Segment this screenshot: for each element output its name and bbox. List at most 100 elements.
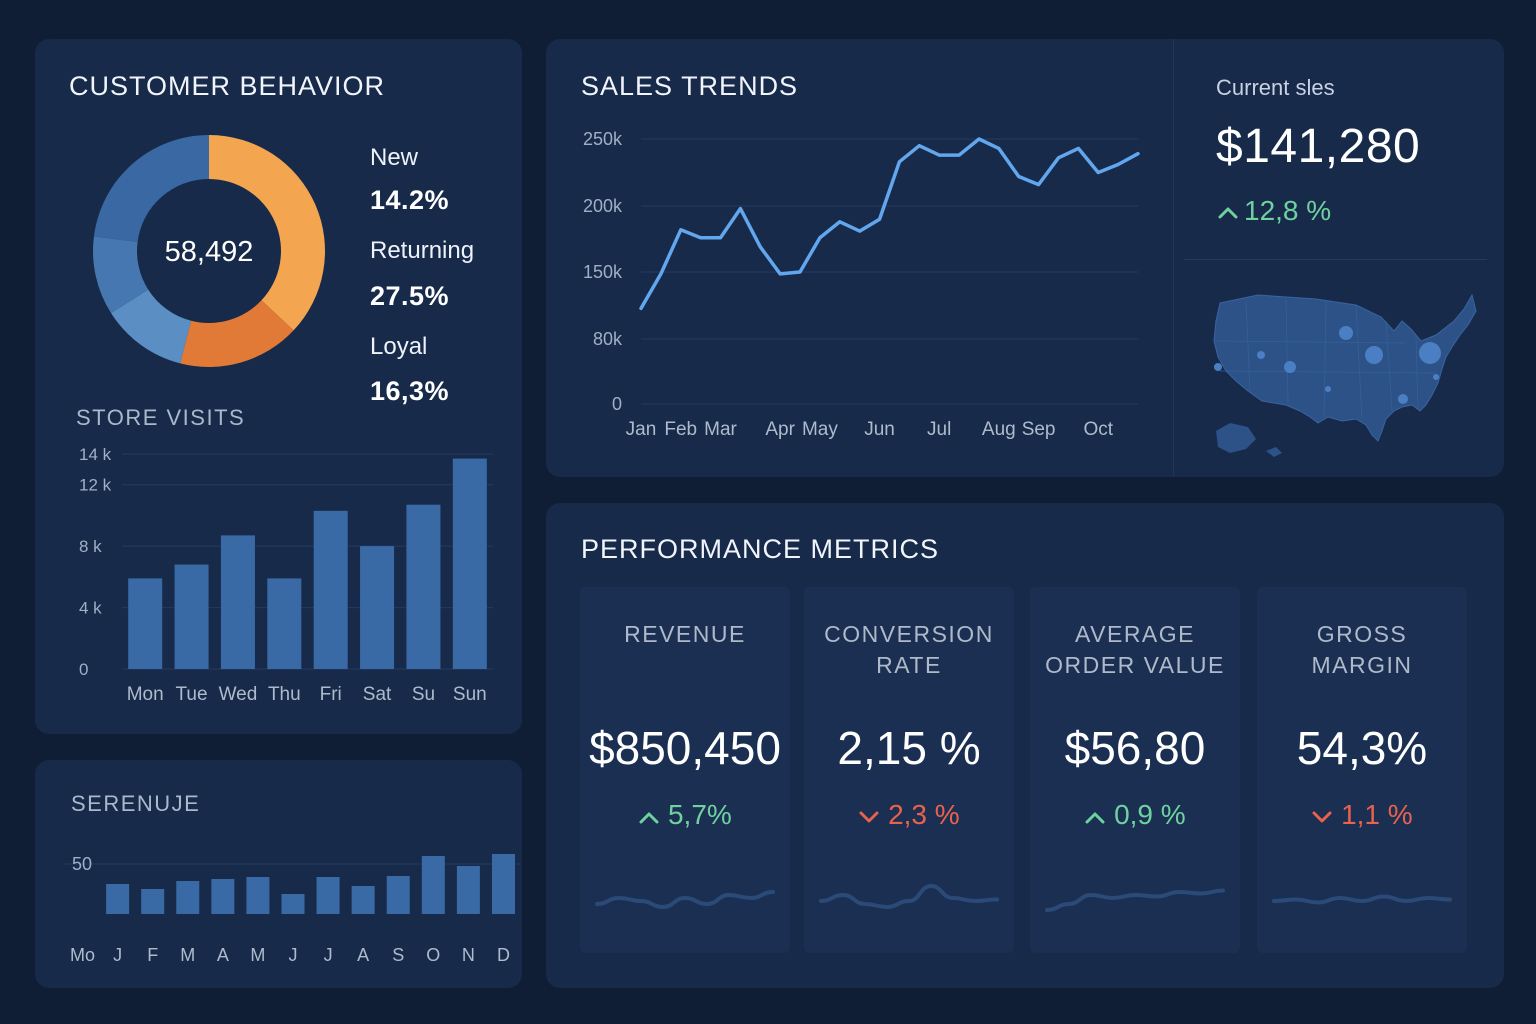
x-tick-label: S (392, 945, 404, 965)
metric-value: 2,15 % (837, 722, 981, 774)
x-tick-label: Apr (765, 419, 795, 440)
sales-trends-title: SALES TRENDS (581, 71, 799, 101)
x-tick-label: A (357, 945, 369, 965)
serenuje-panel: SERENUJE 50 Mo J F M A M J J A S O N D (35, 760, 522, 988)
metric-title: AVERAGE ORDER VALUE (1045, 621, 1225, 678)
sparkline-path (1272, 894, 1452, 905)
legend-label-new: New (370, 144, 419, 171)
kpi-map-divider (1184, 259, 1487, 260)
serenuje-title: SERENUJE (71, 791, 201, 816)
donut-slice-4 (93, 135, 209, 242)
x-tick-label: F (147, 945, 158, 965)
x-tick-label: Sun (453, 684, 487, 705)
customer-behavior-panel: CUSTOMER BEHAVIOR 58,492 New 14.2% Retur… (35, 39, 522, 734)
x-tick-label: Sep (1022, 419, 1056, 440)
x-tick-label: Tue (176, 684, 208, 705)
sparkline-path (1045, 888, 1225, 912)
bar (452, 458, 487, 669)
bar (141, 889, 165, 914)
usa-map-icon (1213, 293, 1477, 457)
y-tick-label: 250k (583, 129, 623, 149)
legend-label-returning: Returning (370, 237, 475, 264)
x-tick-label: J (113, 945, 122, 965)
donut-slice-0 (209, 135, 325, 331)
chevron-up-icon (638, 799, 660, 830)
store-visits-title: STORE VISITS (76, 405, 246, 430)
y-tick-label: 8 k (79, 537, 102, 556)
metric-change: 5,7% (580, 799, 790, 831)
bar (421, 856, 445, 914)
current-sales-label: Current sles (1216, 75, 1335, 100)
bar (106, 884, 130, 914)
serenuje-bar-chart: 50 Mo J F M A M J J A S O N D (65, 854, 521, 965)
chevron-up-icon (1084, 799, 1106, 830)
x-tick-label: Jul (927, 419, 951, 440)
chevron-up-icon (1218, 198, 1238, 226)
x-tick-label: Su (412, 684, 435, 705)
bar (220, 535, 255, 669)
sales-panel-divider (1173, 39, 1174, 477)
bar (406, 504, 441, 669)
metric-value: 54,3% (1296, 722, 1428, 774)
bar (360, 546, 395, 669)
metric-title: GROSS MARGIN (1311, 621, 1413, 678)
x-tick-label: Thu (268, 684, 301, 705)
metric-sparkline (595, 890, 775, 910)
bar (316, 877, 340, 914)
x-tick-label: May (802, 419, 838, 440)
bar (267, 578, 302, 669)
x-tick-label: D (497, 945, 510, 965)
metric-change-value: 2,3 % (888, 799, 960, 830)
legend-value-new: 14.2% (370, 185, 450, 215)
bar (313, 510, 348, 669)
metric-card-average-order-value: AVERAGE ORDER VALUE $56,80 0,9 % (1030, 587, 1240, 953)
sales-trends-line-chart: 0 80k 150k 200k 250k Jan Feb Mar Apr May Jun Jul Aug… (583, 129, 1140, 440)
metric-card-gross-margin: GROSS MARGIN 54,3% 1,1 % (1257, 587, 1467, 953)
metric-card-conversion-rate: CONVERSION RATE 2,15 % 2,3 % (804, 587, 1014, 953)
donut-center-label: 58,492 (165, 236, 254, 268)
sales-trends-panel: SALES TRENDS 0 80k 150k 200k 250k Jan Feb Mar Ap… (546, 39, 1504, 477)
bar (456, 866, 480, 914)
bar (491, 854, 515, 914)
y-tick-label: 0 (612, 394, 622, 414)
metric-change-value: 5,7% (667, 799, 732, 830)
y-tick-label: 14 k (79, 445, 112, 464)
x-tick-label: Mon (127, 684, 164, 705)
current-sales-change-value: 12,8 % (1244, 195, 1332, 226)
y-tick-label: 4 k (79, 599, 102, 618)
metric-sparkline (819, 883, 999, 910)
current-sales-change: 12,8 % (1218, 195, 1331, 227)
chevron-down-icon (1311, 799, 1333, 830)
x-tick-label: O (426, 945, 440, 965)
y-tick-label: 80k (593, 329, 623, 349)
metric-title: CONVERSION RATE (824, 621, 994, 678)
bar (128, 578, 163, 669)
x-tick-label: Wed (219, 684, 258, 705)
performance-metrics-panel: PERFORMANCE METRICS REVENUE $850,450 5,7… (546, 503, 1504, 988)
x-tick-label: Sat (363, 684, 392, 705)
x-tick-label: J (289, 945, 298, 965)
bar (351, 886, 375, 914)
current-sales-value: $141,280 (1216, 120, 1421, 173)
metric-title: REVENUE (624, 621, 746, 647)
bar (281, 894, 305, 914)
x-tick-label: Oct (1083, 419, 1113, 440)
metric-value: $56,80 (1064, 722, 1206, 774)
y-tick-label: 200k (583, 196, 623, 216)
x-tick-label: Mar (704, 419, 737, 440)
customer-behavior-donut-chart: 58,492 (92, 135, 325, 367)
x-tick-label: M (250, 945, 265, 965)
performance-metrics-title: PERFORMANCE METRICS (581, 534, 940, 564)
x-tick-label: N (462, 945, 475, 965)
legend-value-loyal: 16,3% (370, 376, 450, 406)
metric-sparkline (1272, 894, 1452, 905)
metric-change: 1,1 % (1257, 799, 1467, 831)
bar (246, 877, 270, 914)
sparkline-path (595, 890, 775, 910)
chevron-down-icon (858, 799, 880, 830)
y-tick-label: 12 k (79, 476, 112, 495)
bar (211, 879, 235, 914)
sales-series-line (639, 137, 1140, 311)
x-tick-label: Jun (864, 419, 895, 440)
legend-value-returning: 27.5% (370, 281, 450, 311)
